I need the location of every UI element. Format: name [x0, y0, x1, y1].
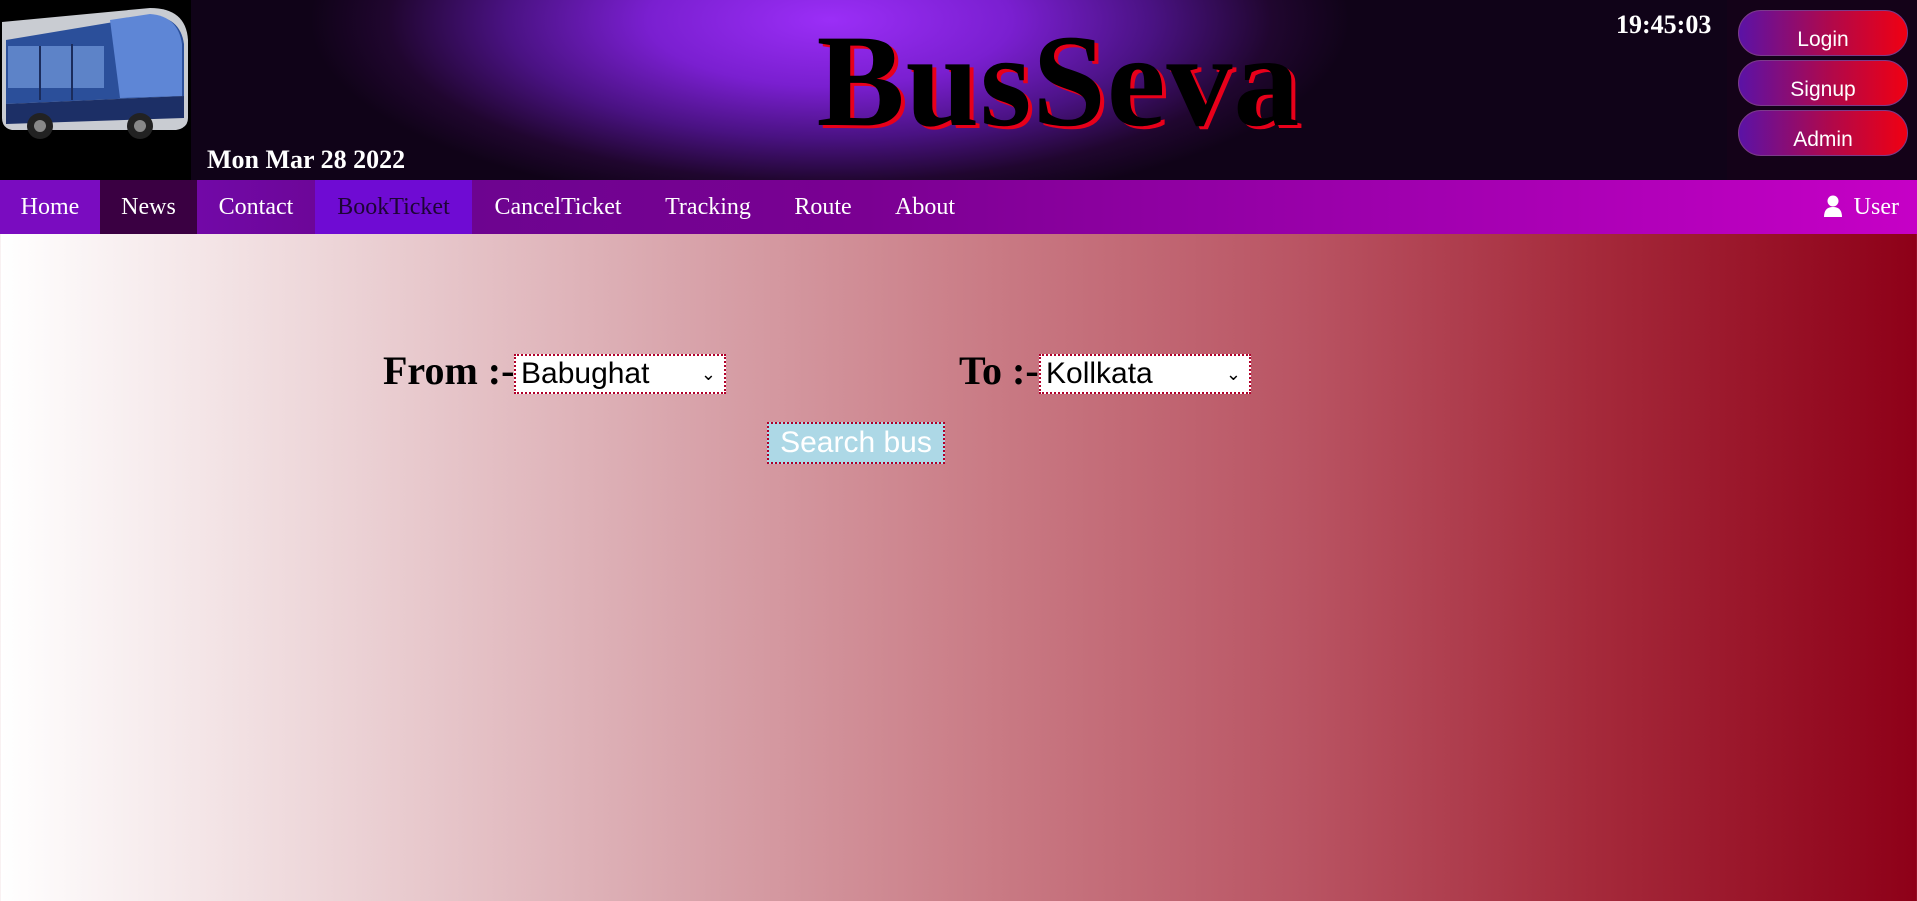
from-select[interactable]: Babughat ⌄: [514, 354, 726, 394]
login-button[interactable]: Login: [1738, 10, 1908, 56]
nav-route[interactable]: Route: [772, 180, 874, 234]
current-time: 19:45:03: [1616, 10, 1712, 39]
nav-home[interactable]: Home: [0, 180, 100, 234]
to-select-value: Kollkata: [1046, 357, 1153, 390]
nav-news[interactable]: News: [100, 180, 197, 234]
nav-contact[interactable]: Contact: [197, 180, 315, 234]
signup-button[interactable]: Signup: [1738, 60, 1908, 106]
current-date: Mon Mar 28 2022: [207, 145, 406, 174]
nav-tracking[interactable]: Tracking: [644, 180, 772, 234]
chevron-down-icon: ⌄: [1225, 364, 1241, 384]
main-navbar: Home News Contact BookTicket CancelTicke…: [0, 180, 1917, 234]
nav-bookticket[interactable]: BookTicket: [315, 180, 472, 234]
from-select-value: Babughat: [521, 357, 650, 390]
chevron-down-icon: ⌄: [700, 364, 716, 384]
nav-about[interactable]: About: [874, 180, 976, 234]
from-label: From :-: [383, 348, 515, 393]
nav-cancelticket[interactable]: CancelTicket: [472, 180, 644, 234]
to-label: To :-: [959, 348, 1039, 393]
admin-button[interactable]: Admin: [1738, 110, 1908, 156]
site-header: BusSeva Mon Mar 28 2022 19:45:03 Login S…: [0, 0, 1917, 180]
auth-panel: Login Signup Admin: [1727, 0, 1917, 180]
search-bus-button[interactable]: Search bus: [767, 422, 945, 464]
user-icon: [1823, 194, 1854, 220]
to-select[interactable]: Kollkata ⌄: [1039, 354, 1251, 394]
user-menu[interactable]: User: [1823, 180, 1899, 234]
user-label: User: [1853, 194, 1899, 220]
